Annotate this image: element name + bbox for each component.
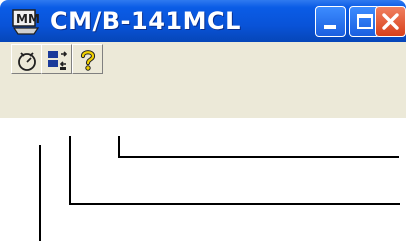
maximize-icon <box>357 14 373 29</box>
callout-line-connection-vertical <box>69 136 71 204</box>
toolbar <box>0 42 406 118</box>
callout-line-help-vertical <box>118 136 120 157</box>
app-icon: MM <box>12 9 40 35</box>
svg-text:MM: MM <box>16 12 40 26</box>
close-icon <box>382 13 399 30</box>
connection-icon <box>48 51 68 70</box>
application-window: MM CM/B-141MCL <box>0 0 406 118</box>
help-icon <box>80 50 96 71</box>
callout-line-help-horizontal <box>118 156 399 158</box>
callout-line-stopwatch-vertical <box>39 145 41 241</box>
window-title: CM/B-141MCL <box>50 7 241 35</box>
minimize-icon <box>324 25 336 29</box>
stopwatch-button[interactable] <box>11 44 42 74</box>
stopwatch-icon <box>18 52 36 71</box>
connection-button[interactable] <box>41 44 72 74</box>
minimize-button[interactable] <box>315 6 346 37</box>
callout-line-connection-horizontal <box>69 203 400 205</box>
title-bar[interactable]: MM CM/B-141MCL <box>0 0 406 42</box>
help-button[interactable] <box>72 44 103 74</box>
close-button[interactable] <box>375 6 406 37</box>
